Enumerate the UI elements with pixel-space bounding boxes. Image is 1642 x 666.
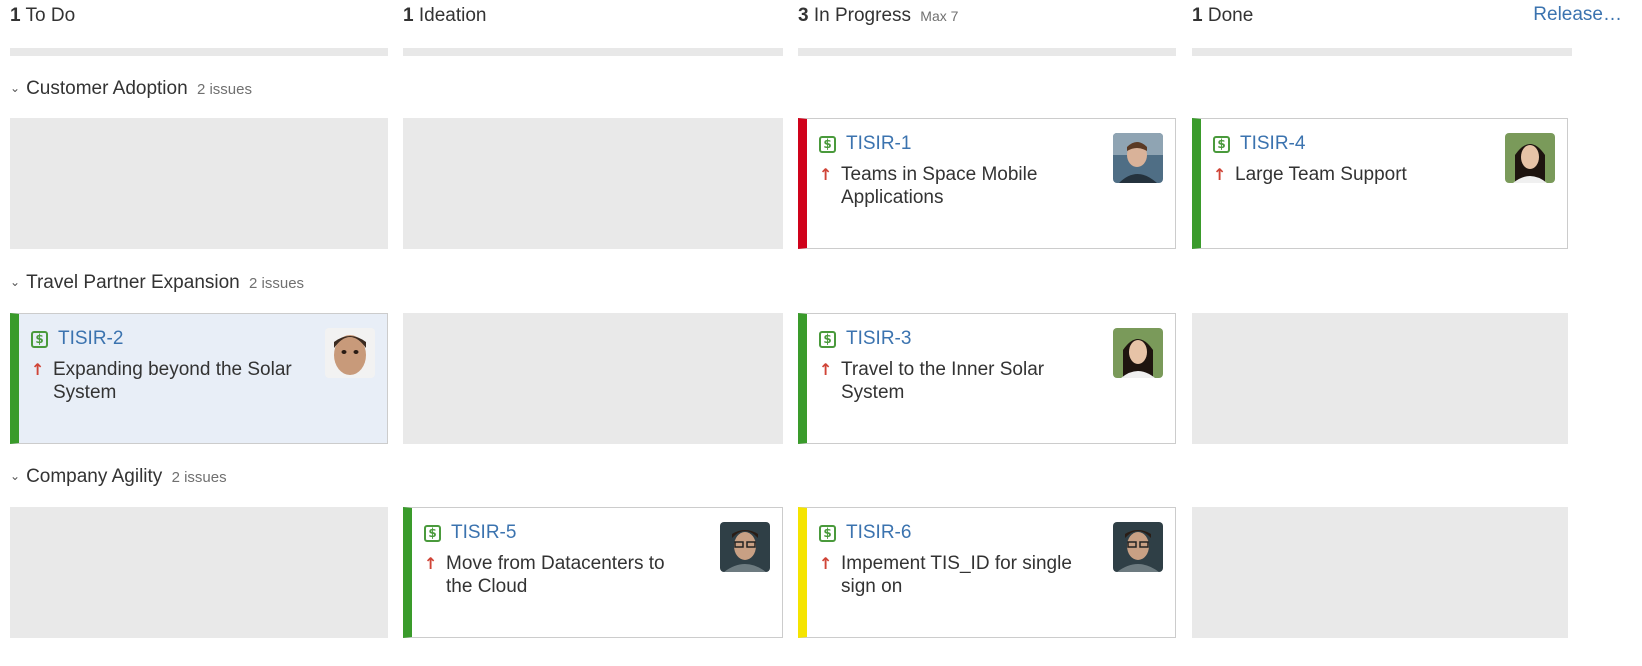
swimlane-header-company-agility[interactable]: ⌄ Company Agility 2 issues <box>10 466 227 488</box>
column-name: Done <box>1207 5 1254 26</box>
empty-cell <box>1192 507 1568 638</box>
release-link[interactable]: Release… <box>1533 4 1622 26</box>
column-header-ideation: 1 Ideation <box>403 5 486 35</box>
dollar-icon: $ <box>1213 135 1230 153</box>
issue-key-row: $ TISIR-2 <box>31 328 123 350</box>
issue-card-tisir-2[interactable]: $ TISIR-2 ↑ Expanding beyond the Solar S… <box>10 313 388 444</box>
chevron-down-icon[interactable]: ⌄ <box>10 469 20 483</box>
column-name: Ideation <box>418 5 487 26</box>
column-header-bar <box>1192 48 1572 56</box>
avatar <box>720 522 770 572</box>
arrow-up-icon: ↑ <box>31 360 45 379</box>
empty-cell <box>10 118 388 249</box>
issue-summary-row: ↑ Impement TIS_ID for single sign on <box>819 552 1089 598</box>
column-count: 1 <box>10 5 21 26</box>
chevron-down-icon[interactable]: ⌄ <box>10 275 20 289</box>
avatar <box>1113 328 1163 378</box>
swimlane-title: Travel Partner Expansion <box>26 272 240 293</box>
issue-key-link[interactable]: TISIR-3 <box>846 328 911 350</box>
issue-card-tisir-4[interactable]: $ TISIR-4 ↑ Large Team Support <box>1192 118 1568 249</box>
swimlane-title: Customer Adoption <box>26 78 188 99</box>
column-count: 3 <box>798 5 809 26</box>
issue-key-row: $ TISIR-4 <box>1213 133 1305 155</box>
avatar <box>1113 522 1163 572</box>
swimlane-title: Company Agility <box>26 466 163 487</box>
column-count: 1 <box>1192 5 1203 26</box>
issue-key-row: $ TISIR-1 <box>819 133 911 155</box>
empty-cell <box>403 313 783 444</box>
swimlane-header-travel-partner-expansion[interactable]: ⌄ Travel Partner Expansion 2 issues <box>10 272 304 294</box>
empty-cell <box>403 118 783 249</box>
issue-card-tisir-3[interactable]: $ TISIR-3 ↑ Travel to the Inner Solar Sy… <box>798 313 1176 444</box>
issue-summary: Large Team Support <box>1235 164 1407 185</box>
column-header-done: 1 Done <box>1192 5 1253 35</box>
issue-summary: Impement TIS_ID for single sign on <box>841 553 1072 597</box>
issue-card-tisir-1[interactable]: $ TISIR-1 ↑ Teams in Space Mobile Applic… <box>798 118 1176 249</box>
column-name: In Progress <box>813 5 912 26</box>
issue-key-link[interactable]: TISIR-2 <box>58 328 123 350</box>
dollar-icon: $ <box>424 524 441 542</box>
issue-card-tisir-5[interactable]: $ TISIR-5 ↑ Move from Datacenters to the… <box>403 507 783 638</box>
column-header-todo: 1 To Do <box>10 5 75 35</box>
dollar-icon: $ <box>819 330 836 348</box>
issue-key-link[interactable]: TISIR-1 <box>846 133 911 155</box>
issue-summary-row: ↑ Travel to the Inner Solar System <box>819 358 1089 404</box>
arrow-up-icon: ↑ <box>819 554 833 573</box>
arrow-up-icon: ↑ <box>1213 165 1227 184</box>
dollar-icon: $ <box>31 330 48 348</box>
issue-key-row: $ TISIR-6 <box>819 522 911 544</box>
issue-summary: Teams in Space Mobile Applications <box>841 164 1038 208</box>
swimlane-header-customer-adoption[interactable]: ⌄ Customer Adoption 2 issues <box>10 78 252 100</box>
issue-summary: Travel to the Inner Solar System <box>841 359 1045 403</box>
issue-summary-row: ↑ Teams in Space Mobile Applications <box>819 163 1089 209</box>
avatar <box>1113 133 1163 183</box>
avatar <box>1505 133 1555 183</box>
swimlane-issue-count: 2 issues <box>249 275 305 292</box>
issue-summary: Move from Datacenters to the Cloud <box>446 553 665 597</box>
column-header-in-progress: 3 In Progress Max 7 <box>798 5 958 35</box>
dollar-icon: $ <box>819 135 836 153</box>
dollar-icon: $ <box>819 524 836 542</box>
column-header-bar <box>10 48 388 56</box>
issue-summary-row: ↑ Large Team Support <box>1213 163 1483 186</box>
issue-summary-row: ↑ Move from Datacenters to the Cloud <box>424 552 694 598</box>
column-header-bar <box>798 48 1176 56</box>
chevron-down-icon[interactable]: ⌄ <box>10 81 20 95</box>
issue-key-row: $ TISIR-3 <box>819 328 911 350</box>
empty-cell <box>10 507 388 638</box>
arrow-up-icon: ↑ <box>819 165 833 184</box>
swimlane-issue-count: 2 issues <box>171 469 227 486</box>
issue-key-row: $ TISIR-5 <box>424 522 516 544</box>
column-name: To Do <box>25 5 76 26</box>
avatar <box>325 328 375 378</box>
column-header-bar <box>403 48 783 56</box>
issue-key-link[interactable]: TISIR-6 <box>846 522 911 544</box>
arrow-up-icon: ↑ <box>819 360 833 379</box>
empty-cell <box>1192 313 1568 444</box>
issue-key-link[interactable]: TISIR-5 <box>451 522 516 544</box>
column-max-limit: Max 7 <box>920 8 959 24</box>
swimlane-issue-count: 2 issues <box>196 81 252 98</box>
issue-card-tisir-6[interactable]: $ TISIR-6 ↑ Impement TIS_ID for single s… <box>798 507 1176 638</box>
issue-summary-row: ↑ Expanding beyond the Solar System <box>31 358 301 404</box>
issue-key-link[interactable]: TISIR-4 <box>1240 133 1305 155</box>
arrow-up-icon: ↑ <box>424 554 438 573</box>
issue-summary: Expanding beyond the Solar System <box>53 359 292 403</box>
column-count: 1 <box>403 5 414 26</box>
